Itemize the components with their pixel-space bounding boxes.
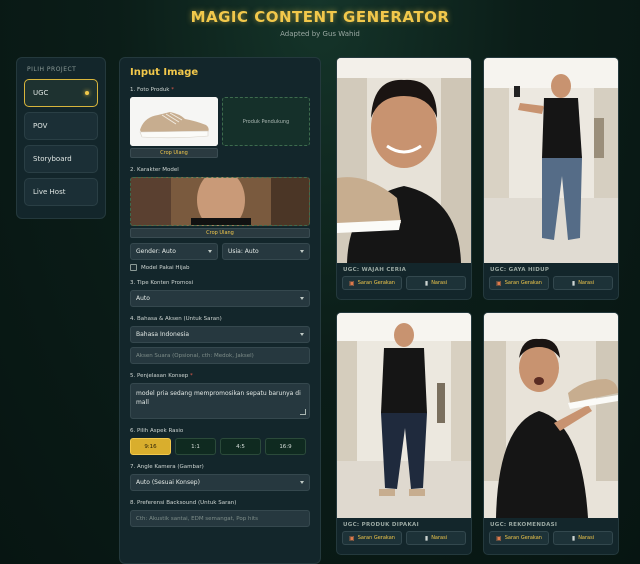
mic-icon: ▮ [571, 534, 576, 542]
result-label: UGC: REKOMENDASI [490, 522, 558, 528]
active-dot-icon [85, 91, 89, 95]
project-mode-panel: PILIH PROJECT UGC POV Storyboard Live Ho… [16, 57, 106, 219]
camera-angle-select[interactable]: Auto (Sesuai Konsep) [130, 474, 310, 491]
movie-icon: ▣ [496, 534, 502, 542]
chevron-down-icon [300, 297, 304, 300]
photo-product-worn [337, 313, 471, 518]
motion-suggestion-button[interactable]: ▣ Saran Gerakan [489, 276, 549, 290]
result-card: UGC: PRODUK DIPAKAI ▣ Saran Gerakan ▮ Nara… [336, 312, 472, 555]
mode-label: Storyboard [33, 155, 72, 163]
result-card: UGC: GAYA HIDUP ▣ Saran Gerakan ▮ Narasi [483, 57, 619, 300]
app-subtitle: Adapted by Gus Wahid [280, 30, 360, 38]
concept-label: 5. Penjelasan Konsep * [130, 373, 193, 379]
ratio-label: 6. Pilih Aspek Rasio [130, 428, 184, 434]
hijab-checkbox[interactable] [130, 264, 137, 271]
mode-label: UGC [33, 89, 49, 97]
promo-type-select[interactable]: Auto [130, 290, 310, 307]
panel-title: Input Image [130, 67, 199, 78]
support-product-label: Produk Pendukung [242, 118, 290, 125]
app-title: MAGIC CONTENT GENERATOR [190, 8, 450, 26]
ratio-option-9-16[interactable]: 9:16 [130, 438, 171, 455]
resize-handle-icon[interactable] [300, 409, 306, 415]
concept-textarea[interactable]: model pria sedang mempromosikan sepatu b… [130, 383, 310, 419]
motion-suggestion-button[interactable]: ▣ Saran Gerakan [489, 531, 549, 545]
character-label: 2. Karakter Model [130, 167, 179, 173]
mode-label: POV [33, 122, 48, 130]
narration-button[interactable]: ▮ Narasi [406, 276, 466, 290]
mode-heading: PILIH PROJECT [27, 66, 77, 73]
result-image[interactable] [484, 313, 618, 518]
model-face-image [131, 178, 309, 225]
input-form-panel: Input Image 1. Foto Produk * Crop Ulang … [119, 57, 321, 564]
result-card: UGC: WAJAH CERIA ▣ Saran Gerakan ▮ Narasi [336, 57, 472, 300]
ratio-option-16-9[interactable]: 16:9 [265, 438, 306, 455]
result-card: UGC: REKOMENDASI ▣ Saran Gerakan ▮ Narasi [483, 312, 619, 555]
ratio-option-4-5[interactable]: 4:5 [220, 438, 261, 455]
narration-button[interactable]: ▮ Narasi [406, 531, 466, 545]
product-image[interactable] [130, 97, 218, 146]
movie-icon: ▣ [349, 534, 355, 542]
mic-icon: ▮ [424, 279, 429, 287]
backsound-label: 8. Preferensi Backsound (Untuk Saran) [130, 500, 237, 506]
result-label: UGC: PRODUK DIPAKAI [343, 522, 419, 528]
result-image[interactable] [484, 58, 618, 263]
chevron-down-icon [300, 333, 304, 336]
ratio-option-1-1[interactable]: 1:1 [175, 438, 216, 455]
photo-recommendation [484, 313, 618, 518]
mode-item-ugc[interactable]: UGC [24, 79, 98, 107]
crop-again-button[interactable]: Crop Ulang [130, 148, 218, 158]
language-label: 4. Bahasa & Aksen (Untuk Saran) [130, 316, 222, 322]
hijab-label: Model Pakai Hijab [141, 264, 190, 271]
crop-again-character-button[interactable]: Crop Ulang [130, 228, 310, 238]
photo-lifestyle-walking [484, 58, 618, 263]
promo-type-label: 3. Tipe Konten Promosi [130, 280, 194, 286]
shoe-image [130, 97, 218, 146]
support-product-dropzone[interactable]: Produk Pendukung [222, 97, 310, 146]
product-label: 1. Foto Produk * [130, 87, 174, 93]
mic-icon: ▮ [571, 279, 576, 287]
backsound-input[interactable]: Cth: Akustik santai, EDM semangat, Pop h… [130, 510, 310, 527]
motion-suggestion-button[interactable]: ▣ Saran Gerakan [342, 276, 402, 290]
movie-icon: ▣ [349, 279, 355, 287]
chevron-down-icon [300, 481, 304, 484]
narration-button[interactable]: ▮ Narasi [553, 531, 613, 545]
voice-accent-input[interactable]: Aksen Suara (Opsional, cth: Medok, Jakse… [130, 347, 310, 364]
header: MAGIC CONTENT GENERATOR Adapted by Gus W… [0, 8, 640, 38]
mode-label: Live Host [33, 188, 66, 196]
photo-happy-face [337, 58, 471, 263]
age-select[interactable]: Usia: Auto [222, 243, 310, 260]
narration-button[interactable]: ▮ Narasi [553, 276, 613, 290]
mode-item-storyboard[interactable]: Storyboard [24, 145, 98, 173]
chevron-down-icon [300, 250, 304, 253]
language-select[interactable]: Bahasa Indonesia [130, 326, 310, 343]
movie-icon: ▣ [496, 279, 502, 287]
result-label: UGC: WAJAH CERIA [343, 267, 407, 273]
result-image[interactable] [337, 313, 471, 518]
mic-icon: ▮ [424, 534, 429, 542]
mode-item-live-host[interactable]: Live Host [24, 178, 98, 206]
camera-label: 7. Angle Kamera (Gambar) [130, 464, 204, 470]
character-image[interactable] [130, 177, 310, 226]
hijab-option[interactable]: Model Pakai Hijab [130, 264, 310, 271]
ratio-options: 9:16 1:1 4:5 16:9 [130, 438, 310, 455]
mode-item-pov[interactable]: POV [24, 112, 98, 140]
gender-select[interactable]: Gender: Auto [130, 243, 218, 260]
result-label: UGC: GAYA HIDUP [490, 267, 550, 273]
motion-suggestion-button[interactable]: ▣ Saran Gerakan [342, 531, 402, 545]
chevron-down-icon [208, 250, 212, 253]
result-image[interactable] [337, 58, 471, 263]
